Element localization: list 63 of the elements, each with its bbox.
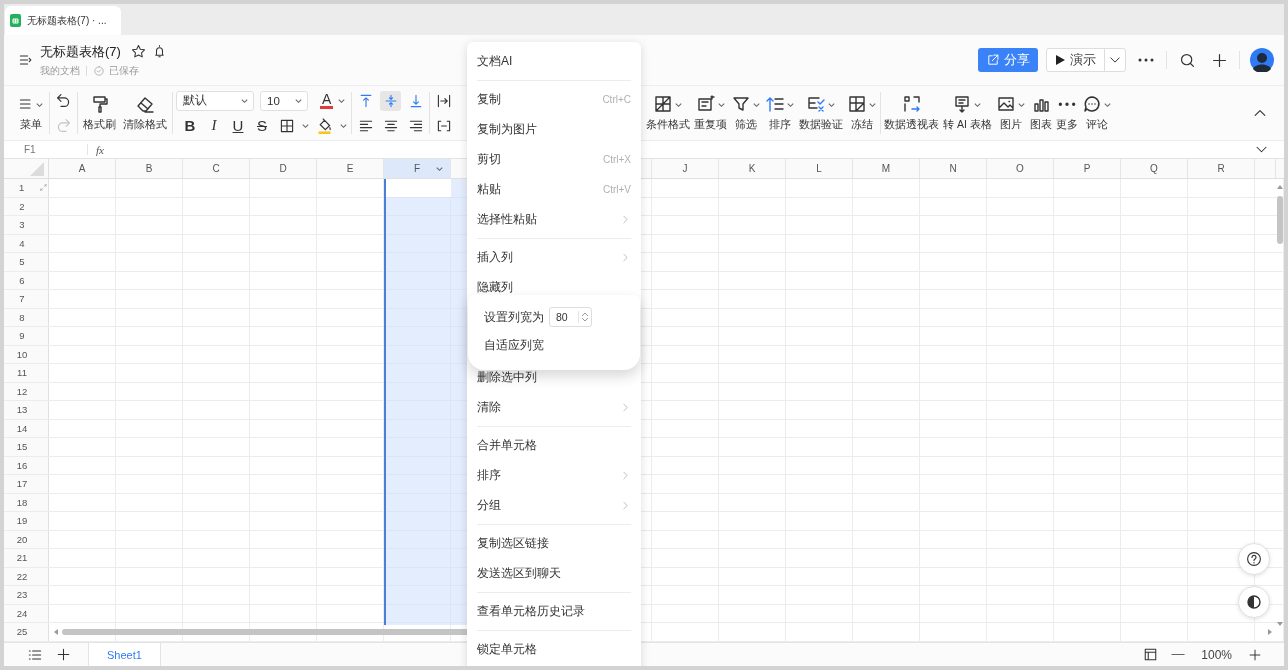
conditional-button[interactable]: 条件格式: [645, 92, 691, 134]
clear-format-button[interactable]: 清除格式: [121, 92, 169, 134]
strikethrough-button[interactable]: S: [252, 115, 272, 136]
italic-button[interactable]: I: [204, 115, 224, 136]
browser-tab[interactable]: 无标题表格(7) · ...: [5, 6, 121, 35]
menu-item[interactable]: 粘贴 Ctrl+V: [477, 174, 631, 204]
menu-item[interactable]: 合并单元格: [477, 430, 631, 460]
column-header[interactable]: M: [853, 159, 920, 178]
bold-button[interactable]: B: [180, 115, 200, 136]
menu-item[interactable]: 插入列: [477, 242, 631, 272]
comment-button[interactable]: 评论: [1080, 92, 1113, 134]
column-width-label: 设置列宽为: [484, 309, 544, 325]
sheet-tab[interactable]: Sheet1: [88, 643, 161, 666]
column-header[interactable]: J: [652, 159, 719, 178]
cell-reference[interactable]: F1: [4, 144, 88, 155]
column-header[interactable]: Q: [1121, 159, 1188, 178]
pivot-button[interactable]: 数据透视表: [883, 92, 940, 134]
column-header[interactable]: C: [183, 159, 250, 178]
present-button[interactable]: 演示: [1047, 49, 1105, 71]
column-header[interactable]: D: [250, 159, 317, 178]
column-header[interactable]: P: [1054, 159, 1121, 178]
menu-item[interactable]: 锁定单元格: [477, 634, 631, 664]
image-button[interactable]: 图片: [994, 92, 1027, 134]
menu-item[interactable]: 选择性粘贴: [477, 204, 631, 234]
menu-button[interactable]: 菜单: [16, 92, 46, 134]
function-label: fx: [96, 143, 104, 156]
font-select[interactable]: 默认: [176, 90, 254, 111]
autofit-width-item[interactable]: 自适应列宽: [484, 335, 624, 355]
column-header[interactable]: K: [719, 159, 786, 178]
menu-item[interactable]: 复制 Ctrl+C: [477, 84, 631, 114]
menu-item[interactable]: 复制为图片: [477, 114, 631, 144]
column-header[interactable]: F: [384, 159, 451, 178]
format-painter-button[interactable]: 格式刷: [81, 92, 118, 134]
save-status: 已保存: [109, 63, 139, 78]
column-header[interactable]: L: [786, 159, 853, 178]
column-header[interactable]: A: [49, 159, 116, 178]
sort-button[interactable]: 排序: [764, 92, 796, 134]
menu-item[interactable]: 发送选区到聊天: [477, 558, 631, 588]
underline-button[interactable]: U: [228, 115, 248, 136]
menu-item[interactable]: 排序: [477, 460, 631, 490]
column-header[interactable]: B: [116, 159, 183, 178]
filter-button[interactable]: 筛选: [730, 92, 762, 134]
menu-item[interactable]: 分组: [477, 490, 631, 520]
menu-item[interactable]: 文档AI: [477, 46, 631, 76]
column-header[interactable]: O: [987, 159, 1054, 178]
share-button[interactable]: 分享: [978, 48, 1038, 72]
font-color-button[interactable]: A: [320, 92, 334, 109]
freeze-button[interactable]: 冻结: [846, 92, 878, 134]
duplicate-button[interactable]: 重复项: [693, 92, 728, 134]
more-button[interactable]: 更多: [1054, 92, 1079, 134]
menu-item[interactable]: 复制选区链接: [477, 528, 631, 558]
document-title: 无标题表格(7): [40, 42, 121, 61]
menu-item[interactable]: 查看单元格历史记录: [477, 596, 631, 626]
column-header[interactable]: N: [920, 159, 987, 178]
chart-button[interactable]: 图表: [1028, 92, 1053, 134]
validation-button[interactable]: 数据验证: [798, 92, 844, 134]
to-ai-button[interactable]: 转 AI 表格: [942, 92, 993, 134]
menu-item[interactable]: 清除: [477, 392, 631, 422]
column-width-field[interactable]: 80: [549, 307, 592, 327]
column-header[interactable]: R: [1188, 159, 1255, 178]
menu-item[interactable]: 剪切 Ctrl+X: [477, 144, 631, 174]
zoom-level[interactable]: 100%: [1201, 647, 1232, 662]
font-size-select[interactable]: 10: [260, 90, 308, 111]
